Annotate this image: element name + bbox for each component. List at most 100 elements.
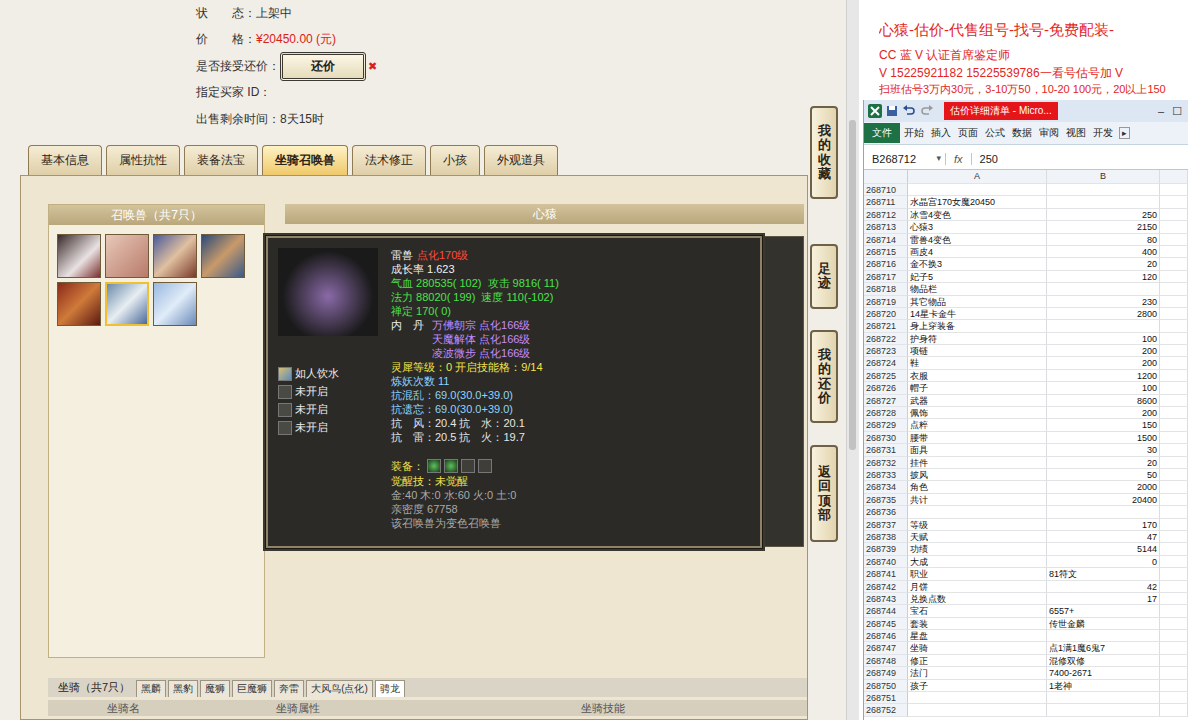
pet-thumbnail[interactable] (105, 234, 149, 278)
row-number[interactable]: 268739 (864, 543, 908, 555)
equip-slot-icon[interactable] (478, 459, 492, 473)
cell[interactable] (1160, 308, 1188, 320)
cell[interactable] (1160, 407, 1188, 419)
mount-tab[interactable]: 巨魔狮 (232, 680, 272, 697)
cell[interactable]: 150 (1047, 419, 1160, 431)
cell[interactable]: 200 (1047, 357, 1160, 369)
cell[interactable]: 400 (1047, 246, 1160, 258)
cell[interactable] (1160, 618, 1188, 630)
cell[interactable]: 6557+ (1047, 605, 1160, 617)
row-number[interactable]: 268743 (864, 593, 908, 605)
cell[interactable] (1160, 345, 1188, 357)
tab[interactable]: 坐骑召唤兽 (262, 145, 348, 175)
cell[interactable]: 80 (1047, 234, 1160, 246)
side-button[interactable]: 我的还价 (810, 330, 838, 423)
cell[interactable] (1160, 357, 1188, 369)
row-number[interactable]: 268711 (864, 196, 908, 208)
ribbon-tab[interactable]: 文件 (864, 123, 900, 143)
cell[interactable]: 法门 (908, 667, 1047, 679)
row-number[interactable]: 268731 (864, 444, 908, 456)
cell[interactable]: 水晶宫170女魔20450 (908, 196, 1047, 208)
tab[interactable]: 小孩 (430, 145, 480, 175)
scroll-thumb[interactable] (849, 120, 856, 450)
cell[interactable] (1160, 506, 1188, 518)
row-number[interactable]: 268727 (864, 395, 908, 407)
row-number[interactable]: 268712 (864, 209, 908, 221)
cell[interactable]: 42 (1047, 581, 1160, 593)
pet-thumbnail[interactable] (57, 282, 101, 326)
window-control[interactable]: – (1158, 105, 1164, 118)
cell[interactable]: 护身符 (908, 333, 1047, 345)
pet-thumbnail[interactable] (105, 282, 149, 326)
pet-thumbnail[interactable] (153, 234, 197, 278)
column-header[interactable]: A (908, 170, 1047, 184)
column-header[interactable]: B (1047, 170, 1160, 184)
cell[interactable]: 功绩 (908, 543, 1047, 555)
row-number[interactable]: 268744 (864, 605, 908, 617)
row-number[interactable]: 268721 (864, 320, 908, 332)
cell[interactable]: 14星卡金牛 (908, 308, 1047, 320)
row-number[interactable]: 268732 (864, 457, 908, 469)
cell[interactable]: 200 (1047, 407, 1160, 419)
pet-thumbnail[interactable] (57, 234, 101, 278)
row-number[interactable]: 268751 (864, 692, 908, 704)
cell[interactable] (1160, 581, 1188, 593)
cell[interactable] (1160, 655, 1188, 667)
row-number[interactable]: 268750 (864, 680, 908, 692)
cell[interactable]: 120 (1047, 271, 1160, 283)
cell[interactable]: 心猿3 (908, 221, 1047, 233)
cell[interactable] (908, 506, 1047, 518)
row-number[interactable]: 268728 (864, 407, 908, 419)
cell[interactable]: 孩子 (908, 680, 1047, 692)
mount-tab[interactable]: 大风鸟(点化) (306, 680, 373, 697)
cell[interactable] (1160, 382, 1188, 394)
row-number[interactable]: 268713 (864, 221, 908, 233)
row-number[interactable]: 268715 (864, 246, 908, 258)
cell[interactable]: 兑换点数 (908, 593, 1047, 605)
row-number[interactable]: 268737 (864, 519, 908, 531)
cell[interactable] (1160, 457, 1188, 469)
mount-tab[interactable]: 奔雷 (274, 680, 304, 697)
cell[interactable] (1160, 419, 1188, 431)
row-number[interactable]: 268746 (864, 630, 908, 642)
pet-thumbnail[interactable] (201, 234, 245, 278)
cell[interactable] (1047, 704, 1160, 716)
row-number[interactable]: 268740 (864, 556, 908, 568)
cell[interactable]: 8600 (1047, 395, 1160, 407)
cell[interactable] (1160, 221, 1188, 233)
cell[interactable] (1160, 370, 1188, 382)
cell[interactable] (1160, 692, 1188, 704)
cell[interactable]: 81符文 (1047, 568, 1160, 580)
cell[interactable]: 100 (1047, 382, 1160, 394)
pet-thumbnail[interactable] (153, 282, 197, 326)
cell[interactable] (1160, 333, 1188, 345)
row-number[interactable]: 268729 (864, 419, 908, 431)
cell[interactable] (1160, 444, 1188, 456)
cell[interactable]: 250 (1047, 209, 1160, 221)
cell[interactable] (1160, 271, 1188, 283)
cell[interactable] (1160, 642, 1188, 654)
cell[interactable]: 共计 (908, 494, 1047, 506)
side-button[interactable]: 我的收藏 (810, 106, 838, 199)
row-number[interactable]: 268736 (864, 506, 908, 518)
cell[interactable]: 身上穿装备 (908, 320, 1047, 332)
formula-input[interactable]: 250 (972, 153, 998, 165)
cell[interactable]: 腰带 (908, 432, 1047, 444)
cell[interactable]: 套装 (908, 618, 1047, 630)
name-box[interactable]: B268712▾ (864, 153, 946, 165)
ribbon-tab[interactable]: 开发 (1090, 123, 1116, 143)
cell[interactable]: 100 (1047, 333, 1160, 345)
cell[interactable] (1047, 283, 1160, 295)
undo-icon[interactable] (902, 105, 916, 117)
cell[interactable] (1160, 531, 1188, 543)
cell[interactable] (1160, 283, 1188, 295)
cell[interactable]: 等级 (908, 519, 1047, 531)
row-number[interactable]: 268724 (864, 357, 908, 369)
cell[interactable]: 天赋 (908, 531, 1047, 543)
tab[interactable]: 法术修正 (352, 145, 426, 175)
fx-button[interactable]: fx (946, 153, 972, 165)
cell[interactable]: 武器 (908, 395, 1047, 407)
cell[interactable] (1160, 556, 1188, 568)
cell[interactable] (1047, 506, 1160, 518)
cell[interactable]: 冰雪4变色 (908, 209, 1047, 221)
